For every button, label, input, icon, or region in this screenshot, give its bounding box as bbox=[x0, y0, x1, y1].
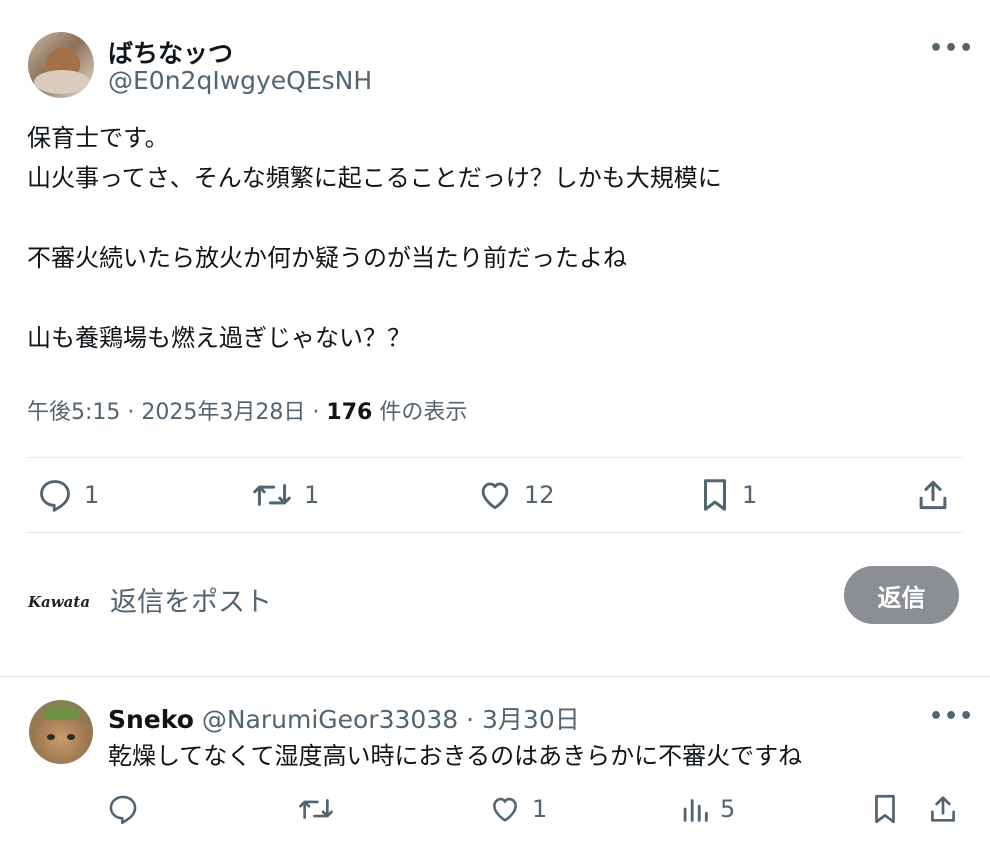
reply-text: 乾燥してなくて湿度高い時におきるのはあきらかに不審火ですね bbox=[108, 742, 803, 770]
post-line: 山も養鶏場も燃え過ぎじゃない？？ bbox=[27, 324, 411, 352]
reply-icon bbox=[40, 480, 70, 512]
reply-author-name[interactable]: Sneko bbox=[108, 705, 194, 734]
reply-repost-button[interactable] bbox=[296, 792, 336, 826]
more-icon[interactable]: ••• bbox=[929, 36, 974, 61]
heart-icon bbox=[493, 797, 517, 822]
bookmark-icon bbox=[875, 794, 895, 824]
views-icon bbox=[683, 799, 708, 822]
post-text: 保育士です。 山火事ってさ、そんな頻繁に起こることだっけ？しかも大規模に 不審火… bbox=[27, 118, 957, 358]
reply-bookmark-button[interactable] bbox=[870, 792, 900, 826]
reply-icon bbox=[109, 795, 137, 825]
composer-avatar: Kawata bbox=[28, 588, 98, 616]
post-line: 不審火続いたら放火か何か疑うのが当たり前だったよね bbox=[27, 244, 627, 272]
bookmark-button[interactable]: 1 bbox=[698, 476, 757, 514]
heart-icon bbox=[481, 482, 509, 510]
author-name[interactable]: ばちなッつ bbox=[108, 34, 233, 70]
share-button[interactable] bbox=[914, 476, 952, 514]
repost-count: 1 bbox=[304, 481, 320, 509]
reply-more-icon[interactable]: ••• bbox=[929, 704, 974, 729]
post-line bbox=[27, 278, 957, 318]
bookmark-count: 1 bbox=[742, 481, 758, 509]
author-avatar[interactable] bbox=[28, 32, 94, 98]
reply-header: Sneko @NarumiGeor33038 · 3月30日 bbox=[108, 705, 580, 734]
view-label: 件の表示 bbox=[379, 400, 468, 425]
author-handle[interactable]: @E0n2qIwgyeQEsNH bbox=[108, 66, 372, 95]
divider bbox=[27, 532, 963, 533]
reply-view-count: 5 bbox=[720, 795, 736, 823]
composer-avatar-text: Kawata bbox=[28, 593, 91, 611]
view-count: 176 bbox=[326, 400, 373, 425]
post-meta: 午後5:15 · 2025年3月28日 · 176 件の表示 bbox=[27, 400, 468, 425]
reply-author-avatar[interactable] bbox=[29, 700, 93, 764]
reply-like-count: 1 bbox=[532, 795, 548, 823]
reply-reply-button[interactable] bbox=[106, 792, 140, 826]
like-button[interactable]: 12 bbox=[476, 476, 555, 514]
repost-icon bbox=[299, 799, 333, 819]
reply-count: 1 bbox=[84, 481, 100, 509]
post-line: 山火事ってさ、そんな頻繁に起こることだっけ？しかも大規模に bbox=[27, 164, 722, 192]
reply-share-button[interactable] bbox=[926, 792, 960, 826]
share-icon bbox=[919, 480, 947, 510]
like-count: 12 bbox=[524, 481, 555, 509]
reply-button[interactable]: 1 bbox=[36, 476, 99, 514]
divider bbox=[27, 457, 963, 458]
post-date[interactable]: 2025年3月28日 bbox=[141, 400, 305, 425]
post-time[interactable]: 午後5:15 bbox=[27, 400, 120, 425]
post-line bbox=[27, 198, 957, 238]
reply-views-button[interactable]: 5 bbox=[680, 792, 735, 826]
repost-icon bbox=[253, 484, 291, 506]
share-icon bbox=[931, 796, 955, 822]
reply-input[interactable]: 返信をポスト bbox=[110, 580, 272, 619]
reply-submit-button[interactable]: 返信 bbox=[844, 566, 959, 624]
bookmark-icon bbox=[703, 479, 727, 511]
post-line: 保育士です。 bbox=[27, 124, 169, 152]
repost-button[interactable]: 1 bbox=[250, 476, 319, 514]
reply-date[interactable]: 3月30日 bbox=[482, 705, 580, 734]
reply-author-handle[interactable]: @NarumiGeor33038 bbox=[202, 705, 458, 734]
reply-like-button[interactable]: 1 bbox=[488, 792, 547, 826]
section-divider bbox=[0, 676, 990, 677]
